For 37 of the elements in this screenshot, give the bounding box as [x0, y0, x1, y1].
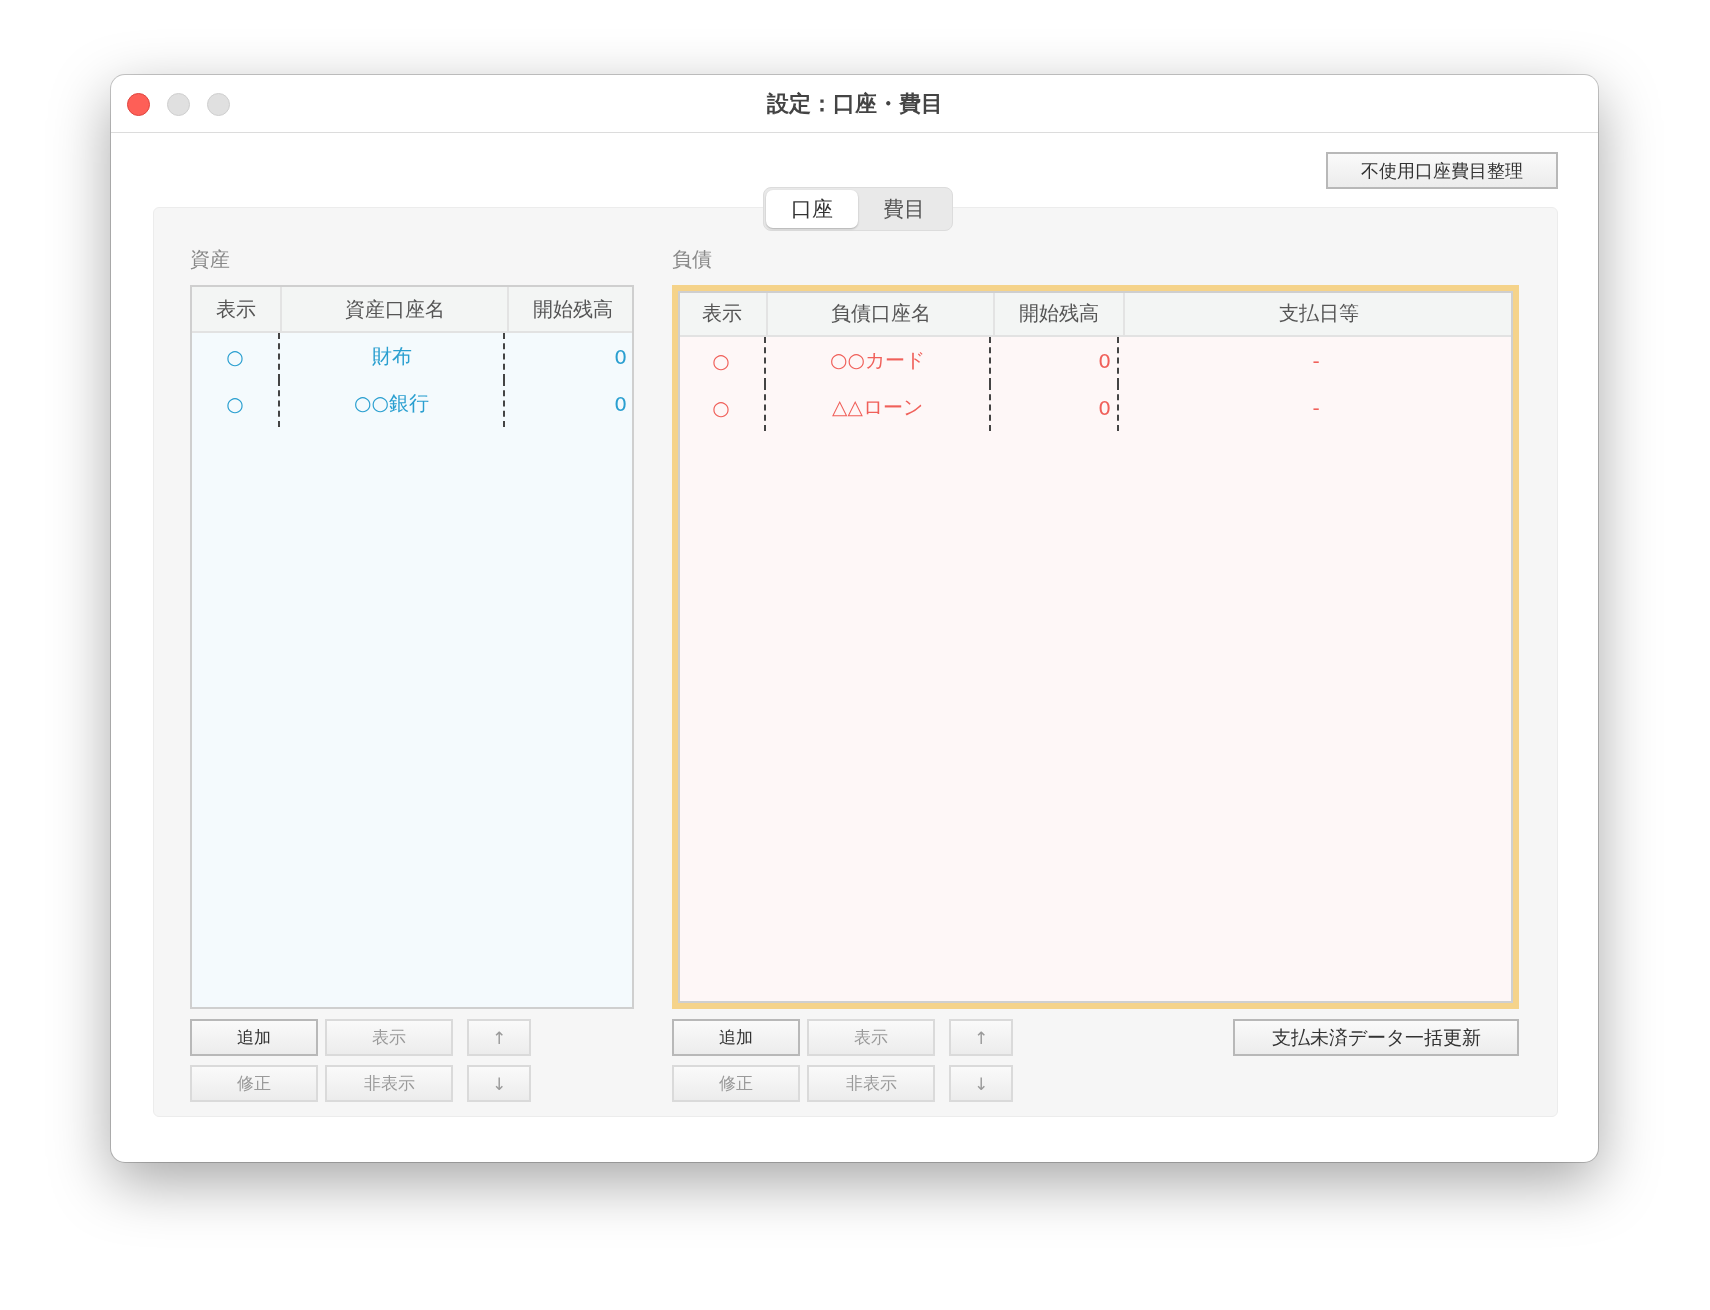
- table-cell: ○: [226, 391, 244, 416]
- table-cell: ○: [712, 395, 730, 420]
- table-cell: 0: [1098, 395, 1111, 420]
- tab[interactable]: 費目: [858, 190, 950, 228]
- action-button[interactable]: 追加: [190, 1019, 318, 1056]
- zoom-button[interactable]: [207, 93, 230, 116]
- table-cell: ○○カード: [830, 347, 925, 374]
- column-header: 開始残高: [995, 291, 1125, 335]
- action-button[interactable]: 追加: [672, 1019, 800, 1056]
- column-header: 支払日等: [1278, 299, 1360, 327]
- table-cell: -: [1312, 395, 1320, 420]
- column-header: 表示: [678, 291, 768, 335]
- bulk-update-button[interactable]: 支払未済データ一括更新: [1233, 1019, 1519, 1056]
- column-header: 負債口座名: [768, 291, 995, 335]
- tab[interactable]: 口座: [766, 190, 858, 228]
- table-cell: -: [1312, 348, 1320, 373]
- minimize-button[interactable]: [167, 93, 190, 116]
- table-row[interactable]: ○ △△ローン 0 -: [678, 384, 1513, 431]
- column-header: 開始残高: [532, 295, 614, 323]
- window-title: 設定：口座・費目: [766, 89, 943, 118]
- table-row[interactable]: ○ ○○カード 0 -: [678, 337, 1513, 384]
- table-cell: 0: [614, 344, 627, 369]
- section-label: 負債: [672, 246, 713, 273]
- close-button[interactable]: [127, 93, 150, 116]
- table-cell: ○: [712, 348, 730, 373]
- section-label: 資産: [190, 246, 231, 273]
- table-cell: ○: [226, 344, 244, 369]
- column-header: 資産口座名: [282, 287, 509, 331]
- table-row[interactable]: ○ 財布 0: [192, 333, 632, 380]
- table-cell: 0: [614, 391, 627, 416]
- table-row[interactable]: ○ ○○銀行 0: [192, 380, 632, 427]
- table-cell: 財布: [371, 343, 412, 370]
- cleanup-button[interactable]: 不使用口座費目整理: [1326, 152, 1558, 189]
- table-cell: ○○銀行: [354, 390, 429, 417]
- table-cell: △△ローン: [832, 394, 923, 421]
- table-cell: 0: [1098, 348, 1111, 373]
- column-header: 表示: [192, 287, 282, 331]
